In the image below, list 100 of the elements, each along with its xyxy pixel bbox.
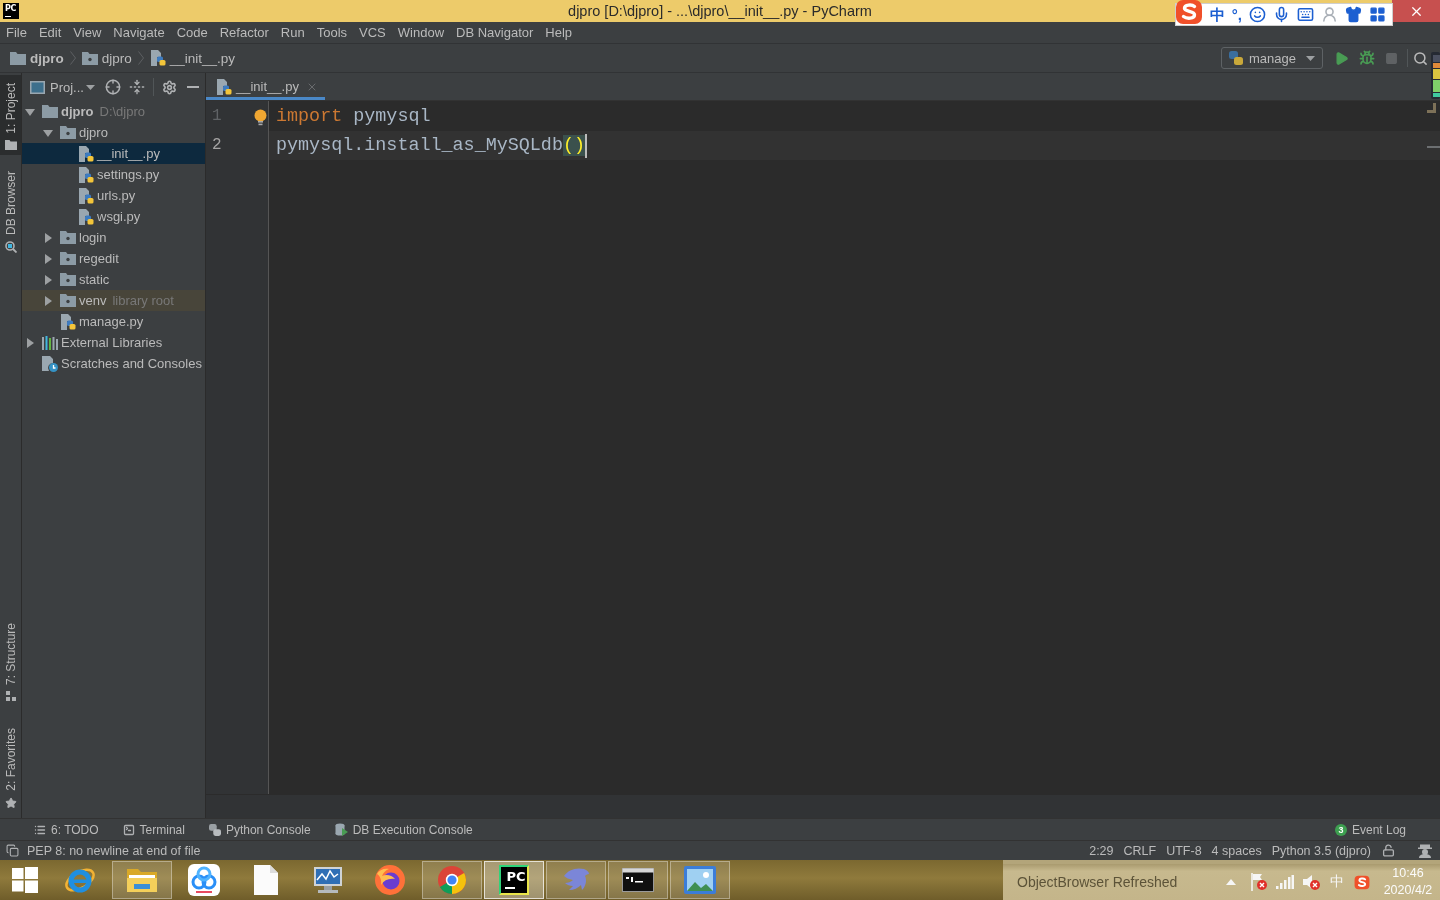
s-logo-icon[interactable]: [1174, 0, 1203, 25]
s-logo-icon[interactable]: [1354, 874, 1370, 890]
smiley-icon[interactable]: [1249, 6, 1266, 23]
tree-item[interactable]: __init__.py: [22, 143, 205, 164]
menu-item[interactable]: View: [67, 22, 108, 43]
menu-item[interactable]: Edit: [32, 22, 68, 43]
flag-error-icon[interactable]: [1250, 873, 1268, 891]
taskbar-button[interactable]: [608, 861, 668, 899]
minus-icon: [187, 86, 200, 88]
inspector-icon[interactable]: [1418, 843, 1432, 858]
tool-window-button[interactable]: Terminal: [120, 819, 187, 840]
menu-item[interactable]: Refactor: [213, 22, 275, 43]
menu-item[interactable]: Help: [539, 22, 579, 43]
tree-item[interactable]: regedit: [22, 248, 205, 269]
breadcrumb[interactable]: djpro: [79, 47, 134, 69]
taskbar-button[interactable]: PC: [484, 861, 544, 899]
document-icon: [254, 865, 278, 895]
tree-item-hint: D:\djpro: [99, 104, 146, 119]
expand-arrow-icon[interactable]: [43, 274, 53, 285]
expand-arrow-icon[interactable]: [43, 253, 53, 264]
tree-item[interactable]: djpro D:\djpro: [22, 101, 205, 122]
tree-item[interactable]: static: [22, 269, 205, 290]
unlocked-icon[interactable]: [1382, 844, 1395, 857]
tree-item[interactable]: settings.py: [22, 164, 205, 185]
tool-window-tab[interactable]: 1: Project: [0, 75, 21, 155]
tool-window-button[interactable]: DB Execution Console: [332, 819, 475, 840]
menu-item[interactable]: Run: [274, 22, 311, 43]
tree-item[interactable]: manage.py: [22, 311, 205, 332]
expand-arrow-icon[interactable]: [43, 232, 53, 243]
tree-item[interactable]: djpro: [22, 122, 205, 143]
keyboard-icon[interactable]: [1297, 6, 1314, 23]
tree-item[interactable]: login: [22, 227, 205, 248]
collapse-icon: [128, 79, 145, 95]
tool-window-button[interactable]: 3 Event Log: [1332, 819, 1408, 840]
star-icon: [4, 797, 17, 809]
breadcrumb[interactable]: __init__.py: [147, 47, 238, 69]
tree-item[interactable]: venv library root: [22, 290, 205, 311]
database-magnifier-icon: [4, 240, 17, 253]
folder-icon: [60, 252, 76, 265]
speaker-muted-icon[interactable]: [1302, 873, 1320, 891]
status-bar-widget[interactable]: 4 spaces: [1206, 841, 1267, 860]
tree-item[interactable]: Scratches and Consoles: [22, 353, 205, 374]
chevron-icon: [69, 51, 76, 65]
round-browser-icon: [436, 864, 468, 896]
breadcrumb[interactable]: djpro: [8, 47, 66, 69]
menu-item[interactable]: Window: [391, 22, 451, 43]
collapse-arrow-icon[interactable]: [43, 127, 53, 138]
run-configuration-dropdown[interactable]: manage: [1221, 47, 1323, 69]
status-message: PEP 8: no newline at end of file: [27, 843, 201, 858]
tool-window-tab[interactable]: 2: Favorites: [0, 720, 21, 814]
status-bar-widget[interactable]: CRLF: [1118, 841, 1162, 860]
punctuation-toggle[interactable]: °,: [1231, 4, 1242, 25]
grid-icon[interactable]: [1369, 6, 1386, 23]
menu-item[interactable]: Tools: [310, 22, 354, 43]
menu-item[interactable]: DB Navigator: [450, 22, 540, 43]
caret-icon: [1306, 55, 1315, 61]
menu-item[interactable]: Code: [170, 22, 214, 43]
python-logo-icon: [1229, 51, 1243, 65]
stop-icon: [1385, 51, 1398, 65]
folder-icon: [60, 231, 76, 244]
close-button[interactable]: [1392, 0, 1440, 22]
expand-arrow-icon[interactable]: [43, 295, 53, 306]
inspection-status-icon[interactable]: [1427, 103, 1436, 113]
shirt-icon[interactable]: [1345, 6, 1362, 23]
folder-icon: [42, 105, 58, 118]
windows-logo-icon: [12, 867, 38, 893]
python-file-icon: [78, 166, 94, 183]
folder-icon: [4, 139, 17, 150]
microphone-icon[interactable]: [1273, 6, 1290, 23]
code-line: import pymysql: [276, 104, 431, 129]
tool-window-button[interactable]: 6: TODO: [32, 819, 101, 840]
user-icon[interactable]: [1321, 6, 1338, 23]
tool-window-button[interactable]: Python Console: [206, 819, 313, 840]
collapse-arrow-icon[interactable]: [25, 106, 35, 117]
expand-arrow-icon[interactable]: [25, 337, 35, 348]
app-logo: PC: [499, 865, 529, 895]
tool-window-tab[interactable]: DB Browser: [0, 162, 21, 258]
lightbulb-icon[interactable]: [254, 109, 267, 126]
tree-item[interactable]: urls.py: [22, 185, 205, 206]
database-run-icon: [334, 823, 348, 836]
panel-toggle-icon[interactable]: [6, 844, 19, 857]
status-bar-widget[interactable]: Python 3.5 (djpro): [1266, 841, 1376, 860]
input-mode-toggle[interactable]: 中: [1209, 4, 1225, 25]
status-bar-widget[interactable]: UTF-8: [1161, 841, 1207, 860]
list-icon: [34, 823, 46, 836]
python-logo-icon: [208, 823, 221, 836]
line-number: 2: [212, 135, 222, 156]
view-selector[interactable]: Proj...: [28, 76, 97, 98]
menu-item[interactable]: Navigate: [107, 22, 171, 43]
tree-item[interactable]: wsgi.py: [22, 206, 205, 227]
status-bar-widget[interactable]: 2:29: [1084, 841, 1119, 860]
cloud-app-icon: [188, 864, 220, 896]
menu-item[interactable]: File: [0, 22, 33, 43]
python-file-icon: [78, 145, 94, 162]
tool-window-tab[interactable]: 7: Structure: [0, 615, 21, 707]
menu-item[interactable]: VCS: [353, 22, 392, 43]
window-title: djpro [D:\djpro] - ...\djpro\__init__.py - PyCharm: [568, 3, 872, 19]
scratch-file-icon: [42, 355, 58, 372]
folder-icon: [10, 51, 26, 65]
tree-item[interactable]: External Libraries: [22, 332, 205, 353]
